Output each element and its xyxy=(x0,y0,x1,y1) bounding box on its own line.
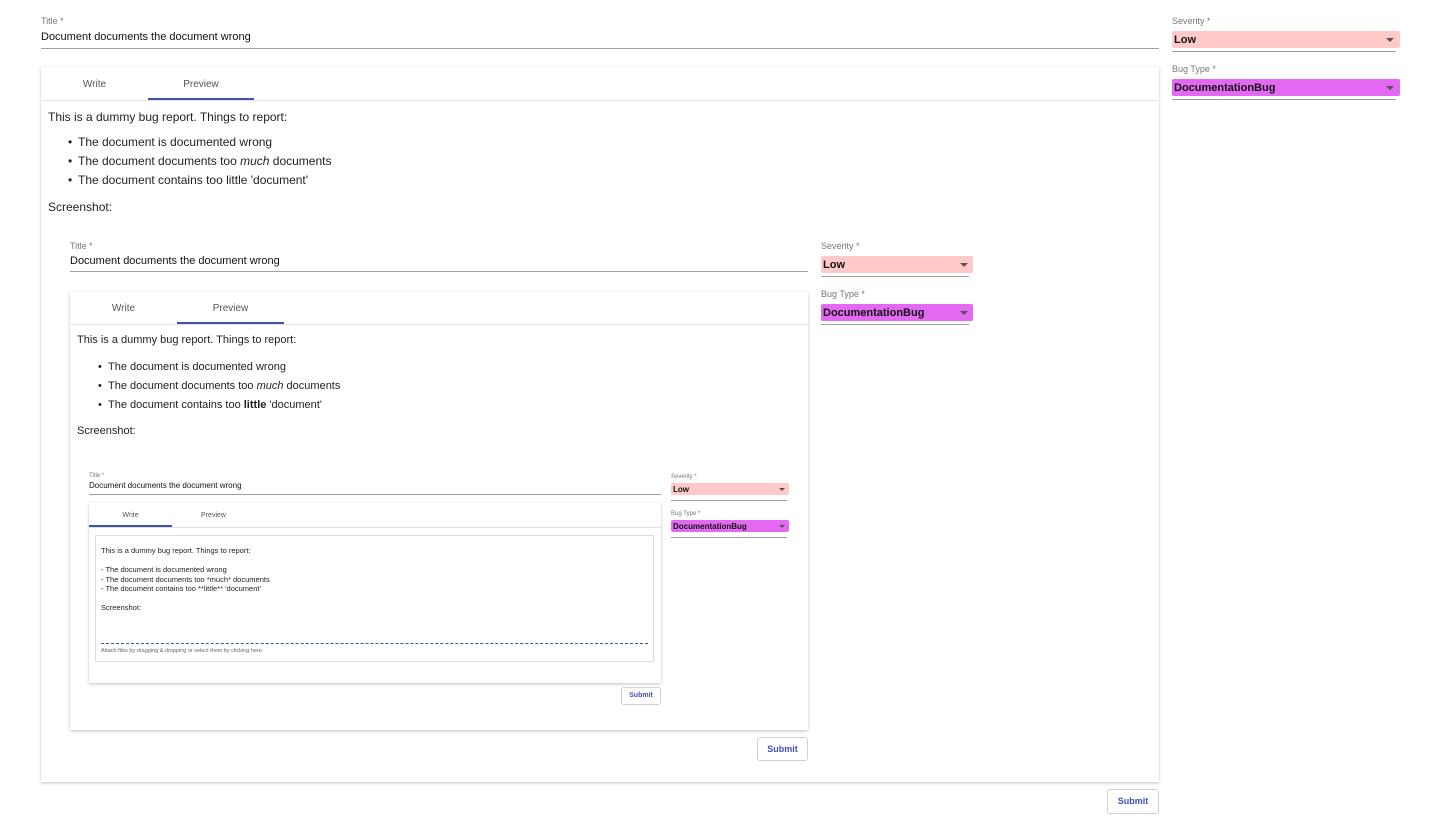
tab-write: Write xyxy=(122,512,139,519)
tab-divider xyxy=(41,100,1159,101)
description-panel: Write Preview This is a dummy bug report… xyxy=(41,67,1159,782)
bugtype-label: Bug Type * xyxy=(671,511,701,517)
severity-select: Low xyxy=(821,256,973,273)
severity-underline xyxy=(821,276,969,277)
bugtype-field: Bug Type * DocumentationBug xyxy=(671,511,789,538)
bugtype-field[interactable]: Bug Type * DocumentationBug xyxy=(1172,64,1400,100)
title-field: Title * Document documents the document … xyxy=(70,241,808,272)
list-item: The document is documented wrong xyxy=(98,361,340,380)
tab-preview[interactable]: Preview xyxy=(148,67,254,100)
bugtype-select: DocumentationBug xyxy=(671,520,789,532)
list-item: The document documents too much document… xyxy=(68,154,331,173)
preview-intro: This is a dummy bug report. Things to re… xyxy=(48,110,288,124)
title-value: Document documents the document wrong xyxy=(41,31,251,43)
title-underline xyxy=(70,271,808,272)
severity-label: Severity * xyxy=(1172,16,1211,26)
tab-preview: Preview xyxy=(212,303,249,314)
tab-write[interactable]: Write xyxy=(41,67,148,100)
bugtype-value: DocumentationBug xyxy=(1174,82,1276,94)
bugtype-select[interactable]: DocumentationBug xyxy=(1172,79,1400,96)
chevron-down-icon xyxy=(779,488,785,491)
chevron-down-icon xyxy=(960,311,968,315)
severity-select: Low xyxy=(671,483,789,495)
bugtype-label: Bug Type * xyxy=(1172,64,1216,74)
chevron-down-icon xyxy=(960,263,968,267)
embedded-screenshot: Title * Document documents the document … xyxy=(70,467,808,727)
bugtype-underline xyxy=(821,324,969,325)
list-item: The document contains too little 'docume… xyxy=(98,399,340,418)
severity-value: Low xyxy=(823,259,845,271)
bugtype-value: DocumentationBug xyxy=(823,307,925,319)
chevron-down-icon xyxy=(1386,38,1394,42)
bugtype-select: DocumentationBug xyxy=(821,304,973,321)
title-label: Title * xyxy=(70,241,93,251)
attach-hint: Attach files by dragging & dropping or s… xyxy=(101,648,264,654)
description-panel: Write Preview This is a dummy bug report… xyxy=(70,292,808,730)
preview-intro: This is a dummy bug report. Things to re… xyxy=(77,334,297,346)
severity-value: Low xyxy=(673,485,689,494)
bugtype-underline xyxy=(1172,99,1396,100)
preview-screenshot-label: Screenshot: xyxy=(77,425,136,437)
title-field[interactable]: Title * Document documents the document … xyxy=(41,16,1159,49)
attach-divider xyxy=(101,643,648,644)
submit-button: Submit xyxy=(757,737,808,761)
description-panel: Write Preview This is a dummy bug report… xyxy=(89,503,661,683)
submit-button[interactable]: Submit xyxy=(1107,789,1159,814)
severity-underline xyxy=(671,500,787,501)
bugtype-underline xyxy=(671,537,787,538)
severity-underline xyxy=(1172,51,1396,52)
chevron-down-icon xyxy=(779,525,785,528)
embedded-screenshot: Title * Document documents the document … xyxy=(41,227,1159,777)
title-field: Title * Document documents the document … xyxy=(89,473,661,495)
list-item: The document is documented wrong xyxy=(68,135,331,154)
tab-divider xyxy=(70,324,808,325)
editor-text: This is a dummy bug report. Things to re… xyxy=(101,546,270,612)
tab-write: Write xyxy=(111,303,136,314)
markdown-editor: This is a dummy bug report. Things to re… xyxy=(95,535,654,662)
title-label: Title * xyxy=(41,16,64,26)
severity-value: Low xyxy=(1174,34,1196,46)
submit-button: Submit xyxy=(621,687,661,705)
title-label: Title * xyxy=(89,473,105,479)
severity-field: Severity * Low xyxy=(671,474,789,501)
title-underline xyxy=(89,494,661,495)
tab-divider xyxy=(89,527,661,528)
preview-list: The document is documented wrong The doc… xyxy=(98,361,340,418)
list-item: The document documents too much document… xyxy=(98,380,340,399)
severity-select[interactable]: Low xyxy=(1172,31,1400,48)
severity-label: Severity * xyxy=(821,241,860,251)
chevron-down-icon xyxy=(1386,86,1394,90)
tab-preview: Preview xyxy=(201,512,226,519)
bugtype-label: Bug Type * xyxy=(821,289,865,299)
bugtype-field: Bug Type * DocumentationBug xyxy=(821,289,973,325)
bugtype-value: DocumentationBug xyxy=(673,522,747,531)
list-item: The document contains too little 'docume… xyxy=(68,173,331,192)
preview-list: The document is documented wrong The doc… xyxy=(68,135,331,192)
preview-screenshot-label: Screenshot: xyxy=(48,200,113,214)
title-value: Document documents the document wrong xyxy=(70,255,280,267)
title-value: Document documents the document wrong xyxy=(89,481,242,490)
title-underline xyxy=(41,48,1159,49)
severity-label: Severity * xyxy=(671,474,697,480)
severity-field[interactable]: Severity * Low xyxy=(1172,16,1400,52)
severity-field: Severity * Low xyxy=(821,241,973,277)
